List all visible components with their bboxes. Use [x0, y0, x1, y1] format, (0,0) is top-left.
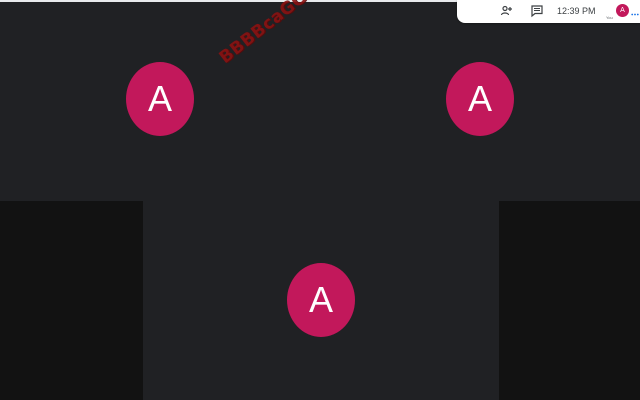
- self-initial: A: [620, 7, 625, 14]
- side-panel-left: [0, 201, 143, 400]
- participant-tile[interactable]: A: [287, 263, 355, 337]
- participant-tile[interactable]: A: [126, 62, 194, 136]
- self-avatar[interactable]: A: [616, 4, 629, 17]
- participant-tile[interactable]: A: [446, 62, 514, 136]
- meeting-clock: 12:39 PM: [557, 6, 596, 16]
- side-panel-right: [499, 201, 640, 400]
- participant-avatar: A: [446, 62, 514, 136]
- participant-initial: A: [467, 78, 492, 119]
- people-icon: [500, 5, 512, 16]
- speaking-indicator-icon: [631, 13, 639, 16]
- self-label: You: [606, 15, 613, 20]
- watermark-text: BBBBcaGG: [215, 0, 311, 69]
- participant-initial: A: [308, 279, 333, 320]
- chat-icon: [531, 5, 543, 18]
- chat-button[interactable]: [529, 3, 545, 19]
- participant-initial: A: [147, 78, 172, 119]
- participant-avatar: A: [126, 62, 194, 136]
- participant-avatar: A: [287, 263, 355, 337]
- meeting-topbar: 12:39 PM A You: [457, 0, 640, 23]
- meeting-stage: A A A BBBBcaGG 12:39 PM A You: [0, 0, 640, 400]
- people-button[interactable]: [499, 3, 515, 19]
